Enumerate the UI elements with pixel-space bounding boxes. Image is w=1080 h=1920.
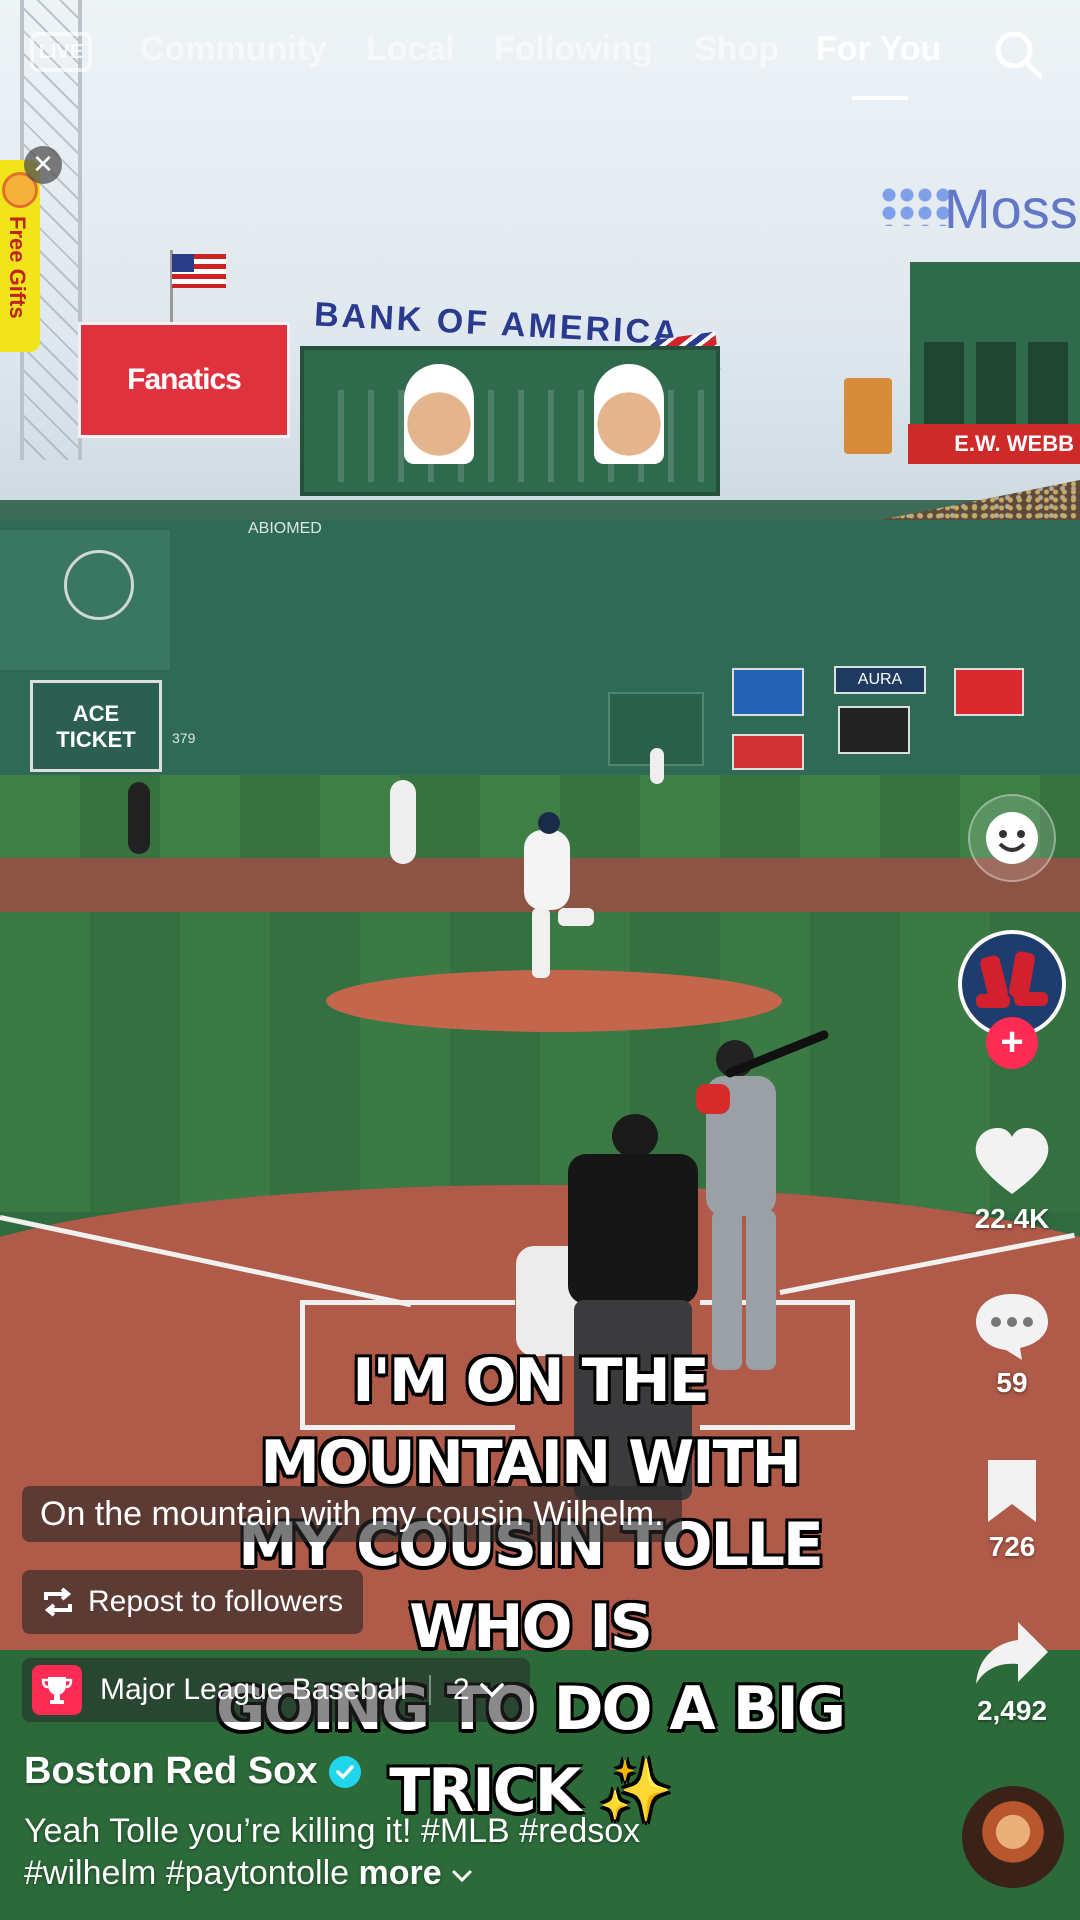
drink-ad [844,378,892,454]
playlist-chip[interactable]: Major League Baseball 2 [22,1658,530,1722]
playlist-count: 2 [452,1673,470,1706]
like-action[interactable]: 22.4K [960,1126,1064,1235]
effects-button[interactable] [968,794,1056,882]
tab-shop[interactable]: Shop [694,30,779,69]
outfield-wall: ABIOMED 379 AURA [0,520,1080,775]
abiomed-sign: ABIOMED [248,520,322,537]
chevron-down-icon [452,1870,472,1883]
moss-sign: Moss [944,177,1078,240]
music-disc[interactable] [962,1786,1064,1888]
repost-icon [44,1587,72,1617]
heart-icon [975,1128,1049,1194]
wall-number: 379 [172,730,196,746]
save-count: 726 [988,1531,1036,1562]
ad-panel [732,734,804,770]
player-photo [594,364,664,464]
playlist-label: Major League Baseball [100,1673,407,1706]
top-nav-bar: LIVE Community Local Following Shop For … [0,18,1080,100]
save-action[interactable]: 726 [960,1456,1064,1563]
repost-label: Repost to followers [88,1585,344,1618]
ad-panel [838,706,910,754]
chevron-down-icon [479,1683,504,1698]
fanatics-sign: Fanatics [78,322,290,438]
verified-badge-icon [329,1755,362,1788]
more-button[interactable]: more [359,1854,442,1892]
description-line: Yeah Tolle you’re killing it! #MLB #reds… [24,1812,641,1850]
tab-local[interactable]: Local [366,30,455,69]
free-gifts-label: Free Gifts [5,216,30,319]
ew-webb-sign: E.W. WEBB [908,424,1080,464]
like-count: 22.4K [974,1203,1050,1234]
bookmark-icon [988,1460,1036,1522]
ad-panel [732,668,804,716]
round-logo [64,550,134,620]
comment-action[interactable]: 59 [960,1290,1064,1399]
pitchers-mound [326,970,782,1032]
close-icon[interactable]: ✕ [24,146,62,184]
ace-ticket-sign: ACE TICKET [30,680,162,772]
aura-sign: AURA [834,666,926,694]
search-icon[interactable] [992,28,1044,80]
share-arrow-icon [976,1622,1048,1684]
moss-logo [880,186,950,226]
post-description[interactable]: Yeah Tolle you’re killing it! #MLB #reds… [24,1810,764,1894]
follow-button[interactable]: + [986,1017,1038,1069]
description-line: #wilhelm #paytontolle more [24,1852,764,1894]
author-name[interactable]: Boston Red Sox [24,1750,362,1793]
share-count: 2,492 [976,1695,1048,1726]
tab-for-you[interactable]: For You [816,30,941,69]
caption-line: I'M ON THE MOUNTAIN WITH [260,1346,801,1498]
ad-panel [954,668,1024,716]
smiley-icon [986,812,1038,864]
comment-icon [976,1294,1048,1360]
center-scoreboard [300,346,720,496]
active-tab-indicator [852,96,908,100]
american-flag [172,254,226,288]
tab-community[interactable]: Community [140,30,327,69]
subtitle-chip[interactable]: On the mountain with my cousin Wilhelm. [22,1486,682,1542]
live-button[interactable]: LIVE [30,32,92,72]
comment-count: 59 [996,1367,1028,1398]
tab-following[interactable]: Following [494,30,653,69]
author-label: Boston Red Sox [24,1750,318,1792]
share-action[interactable]: 2,492 [960,1618,1064,1727]
player-photo [404,364,474,464]
repost-button[interactable]: Repost to followers [22,1570,364,1634]
trophy-icon [32,1665,82,1715]
divider [428,1675,431,1705]
